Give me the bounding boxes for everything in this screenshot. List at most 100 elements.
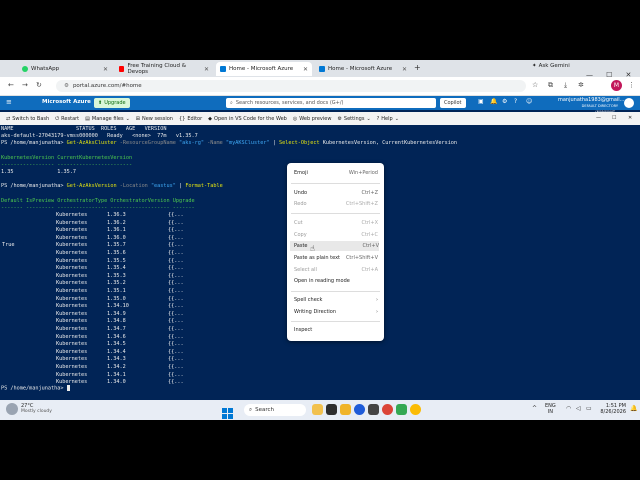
windows-start-icon[interactable] — [222, 404, 233, 419]
bookmark-icon[interactable]: ☆ — [532, 81, 538, 89]
terminal-line: NAME STATUS ROLES AGE VERSION — [1, 126, 167, 132]
settings-icon[interactable]: ⚙ — [502, 98, 507, 105]
help-menu-button[interactable]: ? Help ⌄ — [377, 116, 399, 122]
search-input[interactable]: ⌕ Search resources, services, and docs (… — [226, 98, 436, 108]
new-tab-button[interactable]: + — [414, 63, 421, 72]
extension-puzzle-icon[interactable]: ✲ — [578, 81, 584, 89]
upgrade-icon: ⬆ — [98, 100, 103, 106]
menu-item-copy[interactable]: Copy Ctrl+C — [294, 230, 378, 240]
terminal-prompt-line: PS /home/manjunatha> — [1, 385, 70, 393]
copilot-button[interactable]: Copilot — [440, 98, 466, 108]
more-menu-icon[interactable]: ⋮ — [628, 81, 635, 89]
tab-label: Home - Microsoft Azure — [328, 66, 393, 72]
menu-item-emoji[interactable]: Emoji Win+Period — [294, 168, 378, 178]
file-explorer-icon[interactable] — [340, 404, 351, 415]
forward-icon[interactable]: → — [22, 81, 28, 89]
wifi-icon[interactable]: ◠ — [566, 405, 571, 412]
azure-brand[interactable]: Microsoft Azure — [42, 99, 91, 105]
row-version: 1.35.2 — [107, 280, 126, 287]
menu-item-redo[interactable]: Redo Ctrl+Shift+Z — [294, 199, 378, 209]
editor-button[interactable]: {} Editor — [179, 116, 202, 122]
volume-icon[interactable]: ◁ — [576, 405, 581, 412]
row-upgrade: {{... — [168, 318, 184, 325]
menu-item-label: Inspect — [294, 327, 313, 333]
row-upgrade: {{... — [168, 257, 184, 264]
taskbar-search-label: Search — [255, 407, 274, 413]
chrome-icon[interactable] — [382, 404, 393, 415]
upgrade-button[interactable]: ⬆ Upgrade — [94, 98, 130, 108]
open-vscode-button[interactable]: ◆ Open in VS Code for the Web — [208, 116, 287, 122]
menu-item-undo[interactable]: Undo Ctrl+Z — [294, 188, 378, 198]
menu-item-writing-direction[interactable]: Writing Direction › — [294, 307, 378, 317]
search-placeholder: Search resources, services, and docs (G+… — [235, 100, 344, 106]
row-upgrade: {{... — [168, 288, 184, 294]
close-icon[interactable]: ✕ — [303, 66, 308, 73]
menu-item-reading-mode[interactable]: Open in reading mode — [294, 276, 378, 286]
chrome-profile-icon[interactable] — [410, 404, 421, 415]
tab-azure-home[interactable]: Home - Microsoft Azure ✕ — [315, 62, 411, 76]
switch-to-bash-button[interactable]: ⇄ Switch to Bash — [6, 116, 49, 122]
maximize-panel-icon[interactable]: ☐ — [612, 115, 616, 121]
notifications-icon[interactable]: 🔔 — [490, 98, 497, 105]
clock[interactable]: 1:51 PM 8/26/2026 — [598, 403, 626, 415]
menu-item-select-all[interactable]: Select all Ctrl+A — [294, 265, 378, 275]
manage-files-button[interactable]: ▤ Manage files ⌄ — [85, 116, 130, 122]
ask-gemini-button[interactable]: ✦ Ask Gemini — [532, 63, 570, 69]
search-icon: ⌕ — [249, 406, 253, 413]
hamburger-menu-icon[interactable]: ≡ — [6, 98, 12, 106]
close-icon[interactable]: ✕ — [204, 66, 209, 73]
account-avatar[interactable] — [624, 98, 634, 108]
task-view-icon[interactable] — [326, 404, 337, 415]
close-icon[interactable]: ✕ — [103, 66, 108, 73]
notification-bell-icon[interactable]: 🔔 — [630, 405, 637, 412]
param: -ResourceGroupName — [116, 140, 180, 146]
menu-item-paste-plain[interactable]: Paste as plain text Ctrl+Shift+V — [294, 253, 378, 263]
menu-item-inspect[interactable]: Inspect — [294, 325, 378, 335]
cmdlet: Get-AzAksCluster — [66, 140, 117, 146]
tab-label: WhatsApp — [31, 66, 60, 72]
download-icon[interactable]: ⤓ — [564, 81, 567, 90]
menu-item-shortcut: Win+Period — [348, 170, 378, 176]
chevron-down-icon: ⌄ — [125, 115, 130, 122]
reload-icon[interactable]: ↻ — [36, 81, 42, 89]
widget-app-icon[interactable] — [312, 404, 323, 415]
feedback-icon[interactable]: ☺ — [526, 98, 532, 105]
profile-avatar[interactable]: M — [611, 80, 622, 91]
azure-icon — [220, 66, 226, 72]
cloud-shell-icon[interactable]: ▣ — [478, 98, 484, 105]
settings-menu-button[interactable]: ⚙ Settings ⌄ — [337, 116, 370, 122]
battery-icon[interactable]: ▭ — [586, 405, 592, 412]
row-upgrade: {{... — [168, 234, 184, 241]
row-version: 1.35.3 — [107, 272, 126, 279]
file-icon: ▤ — [85, 115, 90, 122]
weather-widget[interactable]: 27°C Mostly cloudy — [21, 403, 52, 415]
terminal-line: Default IsPreview OrchestratorType Orche… — [1, 198, 195, 204]
app-icon[interactable] — [396, 404, 407, 415]
menu-item-spell-check[interactable]: Spell check › — [294, 295, 378, 305]
help-icon[interactable]: ? — [514, 98, 517, 105]
extensions-icon[interactable]: ⧉ — [548, 81, 553, 90]
menu-item-paste[interactable]: Paste Ctrl+V — [290, 241, 379, 251]
menu-item-label: Writing Direction — [294, 309, 337, 315]
chevron-up-icon[interactable]: ^ — [532, 405, 537, 412]
tab-whatsapp[interactable]: WhatsApp ✕ — [18, 62, 112, 76]
tab-azure-home-active[interactable]: Home - Microsoft Azure ✕ — [216, 62, 312, 76]
language-indicator[interactable]: ENG IN — [545, 403, 556, 415]
new-session-button[interactable]: ⊞ New session — [136, 116, 173, 122]
taskbar-search[interactable]: ⌕ Search — [244, 404, 306, 416]
restart-button[interactable]: ⏻ Restart — [55, 116, 79, 122]
store-icon[interactable] — [368, 404, 379, 415]
web-preview-button[interactable]: ◎ Web preview — [293, 116, 332, 122]
menu-item-cut[interactable]: Cut Ctrl+X — [294, 218, 378, 228]
url-bar[interactable]: ⚙ portal.azure.com/#home — [56, 80, 526, 92]
tab-free-training[interactable]: Free Training Cloud & Devops ✕ — [115, 62, 213, 76]
help-icon: ? — [376, 115, 380, 122]
edge-icon[interactable] — [354, 404, 365, 415]
close-icon[interactable]: ✕ — [402, 66, 407, 73]
back-icon[interactable]: ← — [8, 81, 14, 89]
close-panel-icon[interactable]: ✕ — [628, 115, 632, 121]
minimize-panel-icon[interactable]: — — [596, 115, 601, 121]
site-info-icon[interactable]: ⚙ — [64, 83, 69, 89]
weather-cloud-icon[interactable] — [6, 403, 18, 415]
vscode-icon: ◆ — [208, 115, 213, 122]
